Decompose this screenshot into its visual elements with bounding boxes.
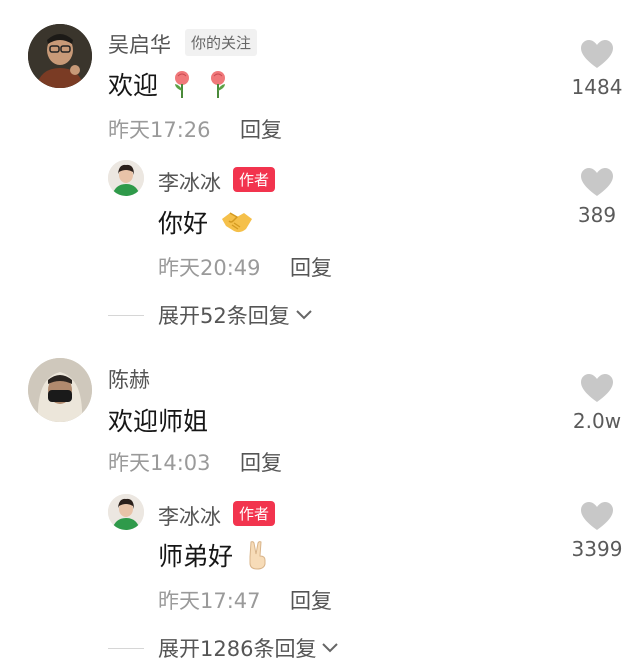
comment-time: 昨天14:03 (108, 451, 211, 475)
heart-icon (581, 168, 613, 196)
chevron-down-icon (296, 310, 312, 320)
like-button[interactable]: 1484 (557, 40, 637, 99)
like-count: 1484 (571, 75, 623, 99)
avatar[interactable] (28, 358, 92, 422)
like-count: 3399 (571, 537, 623, 561)
divider (108, 647, 144, 649)
rose-emoji (206, 69, 230, 105)
like-count: 389 (577, 203, 617, 227)
author-badge: 作者 (233, 501, 276, 526)
divider (108, 314, 144, 316)
reply-text: 师弟好 (158, 537, 269, 576)
reply-text: 你好 (158, 204, 254, 241)
expand-replies-button[interactable]: 展开1286条回复 (108, 633, 340, 663)
reply-time: 昨天20:49 (158, 256, 261, 280)
reply-button[interactable]: 回复 (240, 447, 282, 477)
reply-button[interactable]: 回复 (240, 114, 282, 144)
avatar[interactable] (108, 494, 144, 530)
like-button[interactable]: 389 (557, 168, 637, 227)
like-button[interactable]: 2.0w (557, 374, 637, 433)
author-badge: 作者 (233, 167, 276, 192)
comment-author[interactable]: 吴启华 (108, 29, 171, 59)
chevron-down-icon (322, 643, 339, 653)
expand-replies-label: 展开52条回复 (158, 304, 290, 328)
avatar[interactable] (28, 24, 92, 88)
reply-author[interactable]: 李冰冰 (158, 501, 221, 531)
reply-button[interactable]: 回复 (290, 585, 332, 615)
heart-icon (581, 502, 613, 530)
reply-text-value: 师弟好 (158, 542, 234, 571)
reply-text-value: 你好 (158, 209, 209, 238)
victory-hand-emoji (245, 540, 269, 576)
expand-replies-label: 展开1286条回复 (158, 637, 317, 661)
comment-time: 昨天17:26 (108, 118, 211, 142)
heart-icon (581, 40, 613, 68)
like-count: 2.0w (572, 409, 622, 433)
handshake-emoji (220, 209, 254, 241)
rose-emoji (170, 69, 194, 105)
comment-text-value: 欢迎 (108, 71, 159, 100)
reply-time: 昨天17:47 (158, 589, 261, 613)
like-button[interactable]: 3399 (557, 502, 637, 561)
following-badge: 你的关注 (185, 29, 258, 56)
reply-author[interactable]: 李冰冰 (158, 167, 221, 197)
heart-icon (581, 374, 613, 402)
comment-text: 欢迎 (108, 66, 230, 105)
comment-author[interactable]: 陈赫 (108, 364, 150, 394)
comment-text: 欢迎师姐 (108, 407, 209, 436)
reply-button[interactable]: 回复 (290, 252, 332, 282)
avatar[interactable] (108, 160, 144, 196)
expand-replies-button[interactable]: 展开52条回复 (108, 300, 314, 330)
